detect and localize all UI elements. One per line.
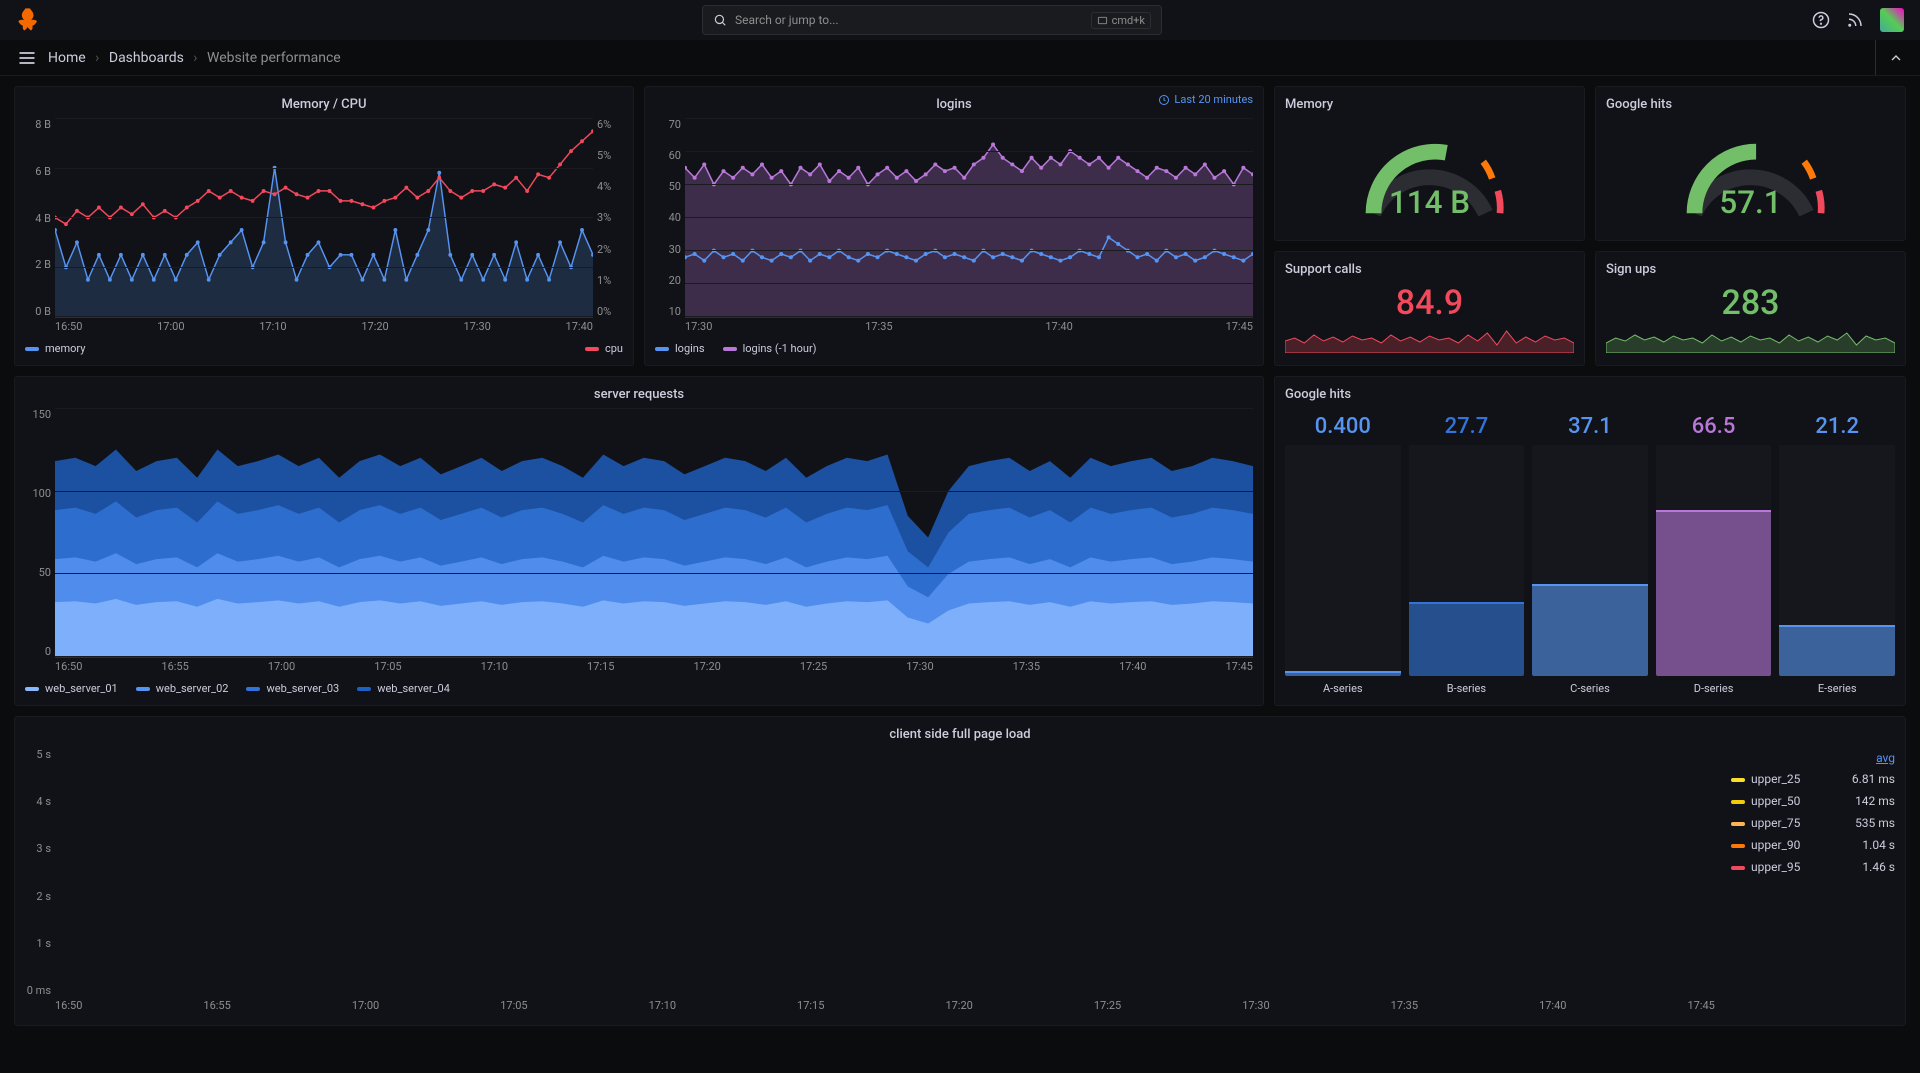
panel-support-calls[interactable]: Support calls 84.9 [1274, 251, 1585, 366]
panel-title: Memory [1285, 93, 1574, 118]
panel-title: server requests [25, 383, 1253, 408]
search-placeholder: Search or jump to... [735, 13, 839, 27]
panel-server-requests[interactable]: server requests 150100500 16:5016:5517:0… [14, 376, 1264, 706]
breadcrumb: Home › Dashboards › Website performance [48, 50, 341, 66]
breadcrumb-dashboards[interactable]: Dashboards [109, 50, 184, 66]
user-avatar[interactable] [1880, 8, 1904, 32]
breadcrumb-home[interactable]: Home [48, 50, 86, 66]
time-range-badge[interactable]: Last 20 minutes [1158, 93, 1253, 106]
search-input[interactable]: Search or jump to... cmd+k [702, 5, 1162, 35]
stat-value: 84.9 [1285, 283, 1574, 323]
collapse-header-button[interactable] [1875, 40, 1904, 75]
panel-google-hits-bars[interactable]: Google hits 0.400A-series27.7B-series37.… [1274, 376, 1906, 706]
top-bar: Search or jump to... cmd+k [0, 0, 1920, 40]
panel-memory-cpu[interactable]: Memory / CPU 8 B6 B4 B2 B0 B 6%5%4%3%2%1… [14, 86, 634, 366]
search-kbd-hint: cmd+k [1091, 12, 1151, 29]
grafana-logo-icon[interactable] [16, 6, 44, 34]
menu-icon[interactable] [16, 47, 38, 69]
sub-bar: Home › Dashboards › Website performance [0, 40, 1920, 76]
panel-title: Sign ups [1606, 258, 1895, 283]
panel-sign-ups[interactable]: Sign ups 283 [1595, 251, 1906, 366]
panel-title: Google hits [1606, 93, 1895, 118]
panel-title: Memory / CPU [25, 93, 623, 118]
legend-header[interactable]: avg [1832, 748, 1895, 768]
panel-google-gauge[interactable]: Google hits 57.1 [1595, 86, 1906, 241]
panel-title: client side full page load [25, 723, 1895, 748]
panel-memory-gauge[interactable]: Memory 114 B [1274, 86, 1585, 241]
news-icon[interactable] [1846, 11, 1864, 29]
help-icon[interactable] [1812, 11, 1830, 29]
breadcrumb-current: Website performance [207, 50, 341, 66]
panel-title: Google hits [1285, 383, 1895, 408]
svg-text:57.1: 57.1 [1719, 184, 1781, 221]
panel-page-load[interactable]: client side full page load 5 s4 s3 s2 s1… [14, 716, 1906, 1026]
stat-value: 283 [1606, 283, 1895, 323]
panel-logins[interactable]: logins Last 20 minutes 70605040302010 17… [644, 86, 1264, 366]
panel-title: Support calls [1285, 258, 1574, 283]
svg-text:114 B: 114 B [1389, 184, 1470, 221]
search-icon [713, 13, 727, 27]
